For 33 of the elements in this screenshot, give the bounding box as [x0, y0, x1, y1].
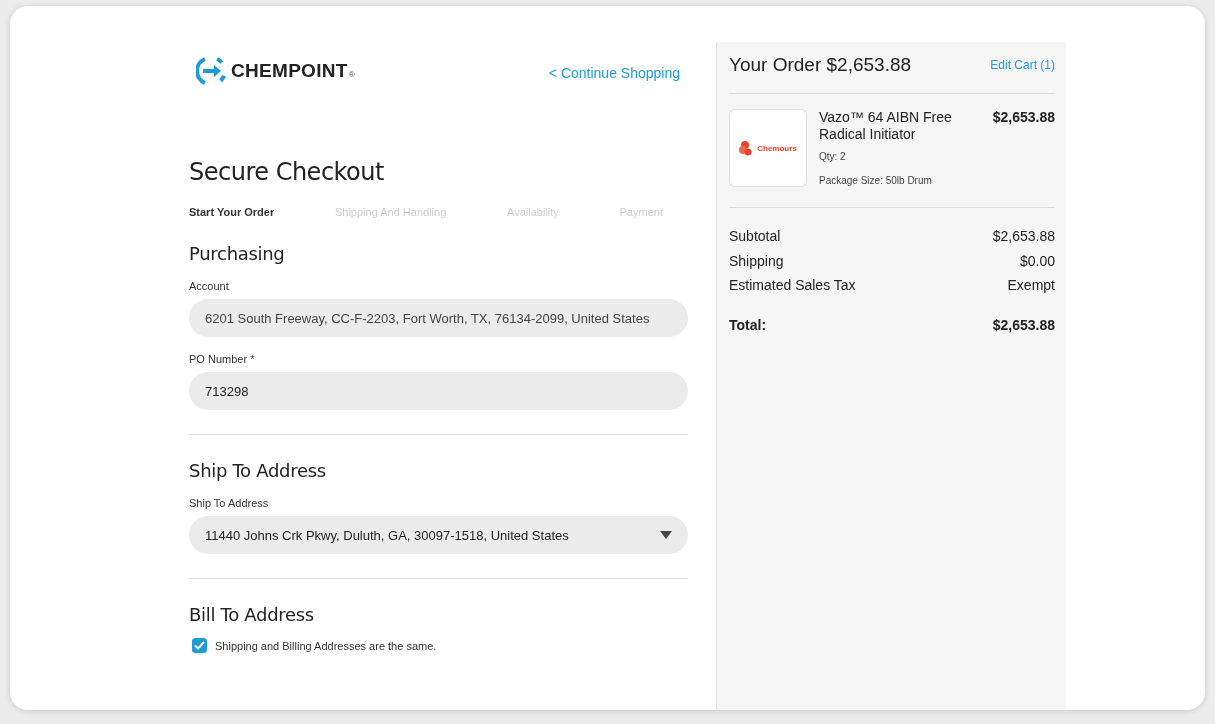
checkbox[interactable]: [192, 638, 207, 653]
account-field[interactable]: 6201 South Freeway, CC-F-2203, Fort Worth, TX, 76134-2099, United States: [189, 299, 688, 337]
edit-cart-link[interactable]: Edit Cart (1): [990, 58, 1055, 72]
summary-label: Subtotal: [729, 227, 781, 246]
product-price: $2,653.88: [992, 109, 1055, 127]
checkbox-label: Shipping and Billing Addresses are the same.: [215, 639, 437, 652]
order-title: Your Order $2,653.88: [729, 54, 912, 76]
field-label: PO Number *: [189, 353, 256, 365]
package-size: Package Size: 50lb Drum: [819, 175, 933, 186]
summary-label: Estimated Sales Tax: [729, 276, 856, 295]
summary-label: Shipping: [729, 251, 784, 271]
field-label: Ship To Address: [189, 497, 270, 509]
total-label: Total:: [729, 315, 767, 335]
logo-text: CHEMPOINT: [231, 60, 348, 82]
po-number-field[interactable]: 713298: [189, 372, 688, 410]
logo-icon: [196, 56, 226, 86]
summary-value: Exempt: [1007, 276, 1055, 295]
product-name: Vazo™ 64 AIBN Free Radical Initiator: [819, 109, 953, 143]
summary-value: $0.00: [1019, 251, 1055, 271]
field-label: Account: [189, 280, 230, 292]
section-heading: Ship To Address: [189, 460, 327, 481]
page-title: Secure Checkout: [189, 158, 385, 186]
checkout-step[interactable]: Start Your Order: [189, 206, 275, 218]
dropdown-caret-icon: [660, 531, 672, 539]
brand-name: Chemours: [757, 143, 797, 153]
summary-value: $2,653.88: [992, 227, 1055, 246]
ship-to-dropdown[interactable]: 11440 Johns Crk Pkwy, Duluth, GA, 30097-1518, United States: [189, 516, 688, 554]
section-heading: Bill To Address: [189, 604, 315, 625]
section-heading: Purchasing: [189, 243, 286, 264]
registered-mark: ®: [348, 69, 355, 79]
product-quantity: Qty: 2: [819, 151, 847, 162]
continue-shopping-link[interactable]: < Continue Shopping: [548, 65, 680, 81]
total-value: $2,653.88: [992, 315, 1055, 335]
